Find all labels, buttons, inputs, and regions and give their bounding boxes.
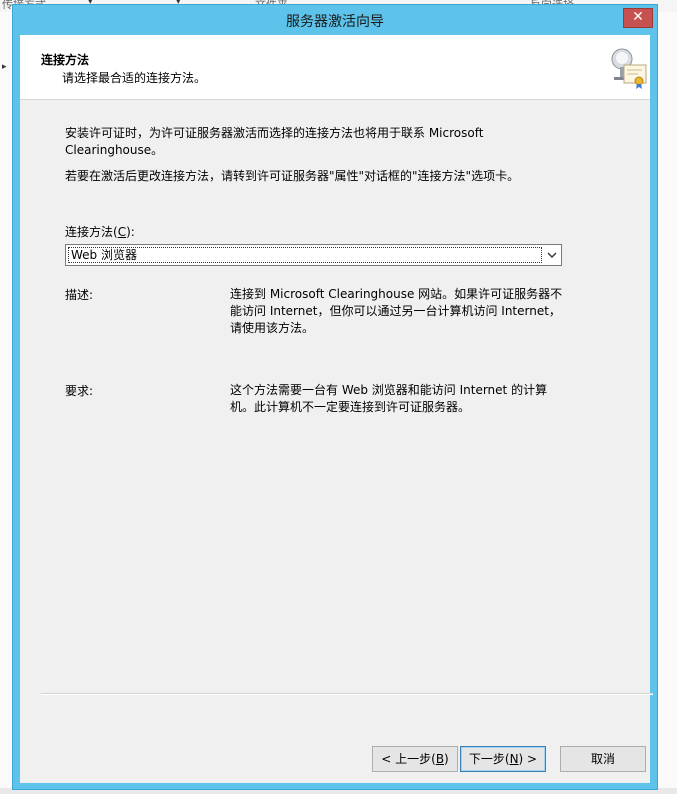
- requirements-line-1: 这个方法需要一台有 Web 浏览器和能访问 Internet 的计算: [230, 383, 548, 397]
- description-line-1: 连接到 Microsoft Clearinghouse 网站。如果许可证服务器不: [230, 287, 563, 301]
- requirements-label: 要求:: [65, 384, 94, 398]
- activation-wizard-dialog: 服务器激活向导 ✕ 连接方法 请选择最合适的连接方法。 安装许可证时，为许可证服…: [12, 4, 658, 790]
- intro-line-2: Clearinghouse。: [65, 143, 164, 157]
- connection-method-dropdown[interactable]: Web 浏览器: [65, 244, 562, 266]
- description-line-3: 请使用该方法。: [230, 321, 315, 335]
- close-button[interactable]: ✕: [623, 8, 653, 28]
- wizard-header: 连接方法 请选择最合适的连接方法。: [20, 35, 650, 100]
- intro-line-3: 若要在激活后更改连接方法，请转到许可证服务器"属性"对话框的"连接方法"选项卡。: [65, 169, 520, 183]
- title-bar[interactable]: 服务器激活向导 ✕: [13, 5, 657, 35]
- requirements-line-2: 机。此计算机不一定要连接到许可证服务器。: [230, 400, 471, 414]
- chevron-down-icon: [547, 252, 557, 258]
- cancel-button[interactable]: 取消: [560, 746, 646, 772]
- page-subtitle: 请选择最合适的连接方法。: [62, 71, 207, 85]
- connection-method-label: 连接方法(C):: [65, 225, 135, 239]
- back-button[interactable]: < 上一步(B): [372, 746, 458, 772]
- next-button[interactable]: 下一步(N) >: [460, 746, 546, 772]
- description-line-2: 能访问 Internet，但你可以通过另一台计算机访问 Internet，: [230, 304, 561, 318]
- dialog-body: 连接方法 请选择最合适的连接方法。 安装许可证时，为许可证服务器激活而选择的连接…: [20, 35, 650, 783]
- connection-method-value: Web 浏览器: [68, 247, 542, 263]
- intro-line-1: 安装许可证时，为许可证服务器激活而选择的连接方法也将用于联系 Microsoft: [65, 126, 484, 140]
- close-icon: ✕: [632, 9, 644, 25]
- background-right-panel: [658, 12, 677, 794]
- expand-arrow-icon: ▸: [2, 62, 7, 72]
- window-title: 服务器激活向导: [286, 14, 384, 30]
- page-title: 连接方法: [41, 53, 90, 67]
- server-certificate-icon: [611, 48, 647, 89]
- description-label: 描述:: [65, 288, 94, 302]
- footer-divider-highlight: [41, 694, 653, 695]
